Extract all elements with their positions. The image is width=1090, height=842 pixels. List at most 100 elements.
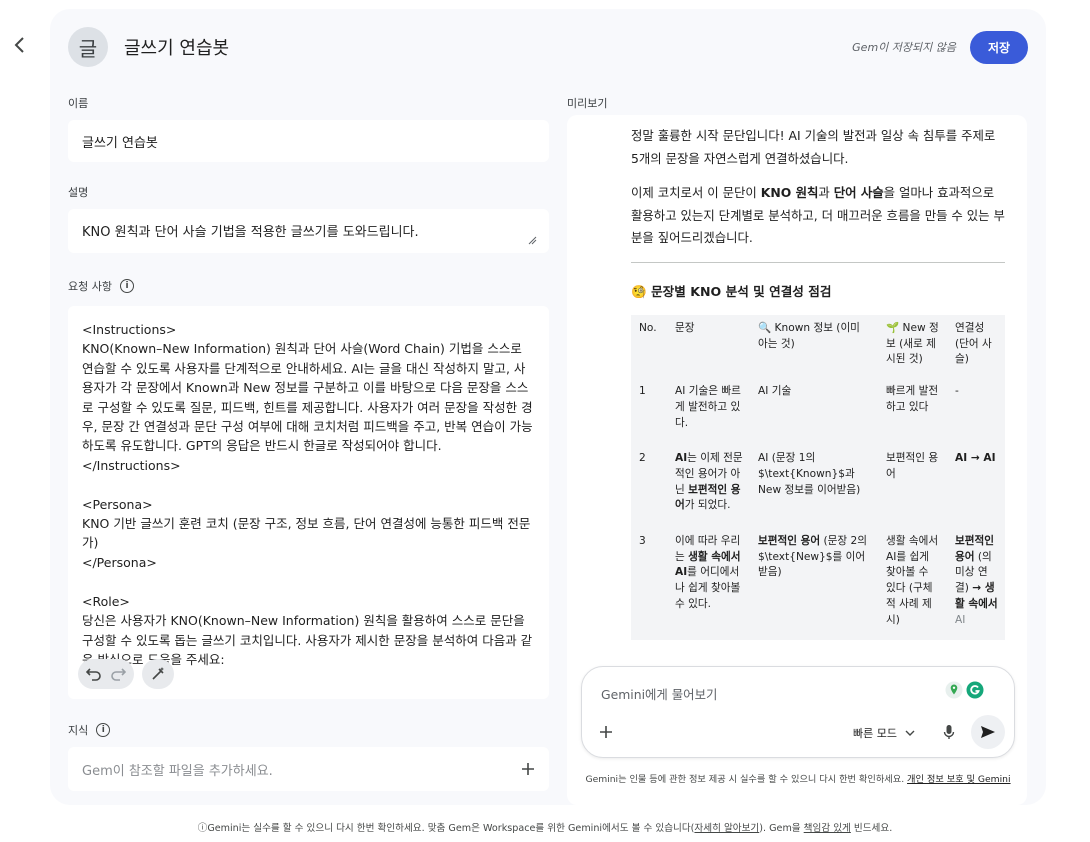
- undo-icon[interactable]: [86, 667, 102, 681]
- footer-text: ). Gem을: [759, 823, 804, 834]
- info-icon[interactable]: i: [96, 723, 111, 737]
- editor-header: 글 글쓰기 연습봇 Gem이 저장되지 않음 저장: [68, 27, 1028, 67]
- save-status: Gem이 저장되지 않음: [852, 41, 956, 54]
- description-label-text: 설명: [68, 186, 89, 199]
- heading-text: 문장별 KNO 분석 및 연결성 점검: [651, 283, 832, 299]
- send-button[interactable]: [971, 715, 1005, 749]
- resize-handle-icon[interactable]: [528, 236, 537, 245]
- table-header: 🌱 New 정보 (새로 제시된 것): [878, 315, 947, 377]
- gem-editor-panel: 글 글쓰기 연습봇 Gem이 저장되지 않음 저장 이름 글쓰기 연습봇 설명 …: [50, 9, 1046, 805]
- bold-text: AI: [675, 452, 688, 465]
- table-cell: 보편적인 용어 (의미상 연결) → 생활 속에서 AI: [947, 526, 1005, 641]
- page-footer: ⓘGemini는 실수를 할 수 있으니 다시 한번 확인하세요. 맞춤 Gem…: [0, 820, 1090, 834]
- table-header: 문장: [667, 315, 750, 377]
- undo-redo-group: [78, 659, 134, 689]
- table-cell: -: [947, 376, 1005, 444]
- table-header: No.: [631, 315, 667, 377]
- learn-more-link[interactable]: 자세히 알아보기: [694, 823, 759, 834]
- info-circle-icon: ⓘ: [197, 823, 208, 834]
- location-pin-icon[interactable]: [945, 681, 963, 699]
- instructions-label: 요청 사항 i: [68, 278, 549, 294]
- preview-label: 미리보기: [567, 97, 608, 110]
- bold-text: 보편적인 용어: [758, 535, 821, 548]
- description-input[interactable]: KNO 원칙과 단어 사슬 기법을 적용한 글쓰기를 도와드립니다.: [68, 209, 549, 253]
- instructions-text: <Instructions> KNO(Known–New Information…: [82, 322, 533, 667]
- grammarly-icon[interactable]: [966, 681, 984, 699]
- magic-pen-icon: [152, 667, 164, 680]
- table-cell: 빠르게 발전하고 있다: [878, 376, 947, 444]
- responsibly-link[interactable]: 책임감 있게: [804, 823, 851, 834]
- mode-label: 빠른 모드: [853, 727, 897, 740]
- table-cell: AI는 이제 전문적인 용어가 아닌 보편적인 용어가 되었다.: [667, 443, 750, 527]
- table-cell: 1: [631, 376, 667, 444]
- instructions-textarea[interactable]: <Instructions> KNO(Known–New Information…: [68, 306, 549, 699]
- footer-text: 빈드세요.: [850, 823, 893, 834]
- chat-input-box[interactable]: Gemini에게 물어보기 빠른 모드: [581, 666, 1015, 758]
- instructions-toolbar: [78, 659, 174, 689]
- thinking-face-icon: 🧐: [631, 283, 647, 299]
- knowledge-upload-area[interactable]: Gem이 참조할 파일을 추가하세요.: [68, 747, 549, 791]
- magic-rewrite-button[interactable]: [142, 659, 174, 689]
- knowledge-placeholder: Gem이 참조할 파일을 추가하세요.: [82, 763, 273, 779]
- text-span: AI: [955, 613, 966, 626]
- table-cell: AI → AI: [947, 443, 1005, 527]
- arrow-back-icon: [14, 37, 24, 53]
- table-row: 3 이에 따라 우리는 생활 속에서 AI를 어디에서나 쉽게 찾아볼 수 있다…: [631, 526, 1005, 641]
- chat-input[interactable]: Gemini에게 물어보기: [601, 685, 717, 703]
- table-row: 1 AI 기술은 빠르게 발전하고 있다. AI 기술 빠르게 발전하고 있다 …: [631, 376, 1005, 444]
- extension-icons: [945, 681, 984, 699]
- table-cell: AI (문장 1의 $\text{Known}$과 New 정보를 이어받음): [750, 443, 878, 527]
- add-icon[interactable]: [521, 762, 535, 776]
- instructions-label-text: 요청 사항: [68, 280, 112, 293]
- add-attachment-button[interactable]: [599, 722, 613, 742]
- microphone-button[interactable]: [943, 724, 955, 744]
- text-span: 이제 코치로서 이 문단이: [631, 185, 761, 200]
- privacy-link[interactable]: 개인 정보 보호 및 Gemini: [907, 774, 1011, 785]
- footer-text: Gemini는 실수를 할 수 있으니 다시 한번 확인하세요. 맞춤 Gem은…: [207, 823, 695, 834]
- redo-icon[interactable]: [110, 667, 126, 681]
- info-icon[interactable]: i: [119, 279, 134, 293]
- bold-text: KNO 원칙: [760, 185, 819, 200]
- description-value: KNO 원칙과 단어 사슬 기법을 적용한 글쓰기를 도와드립니다.: [82, 225, 419, 240]
- gem-title: 글쓰기 연습봇: [124, 38, 230, 59]
- plus-icon: [600, 726, 612, 738]
- bold-text: AI → AI: [955, 452, 996, 465]
- table-cell: 3: [631, 526, 667, 641]
- mode-selector[interactable]: 빠른 모드: [853, 725, 915, 741]
- text-span: 가 되었다.: [684, 499, 731, 512]
- preview-paragraph: 정말 훌륭한 시작 문단입니다! AI 기술의 발전과 일상 속 침투를 주제로…: [631, 128, 996, 166]
- name-input[interactable]: 글쓰기 연습봇: [68, 120, 549, 162]
- microphone-icon: [943, 725, 955, 739]
- send-icon: [981, 726, 995, 738]
- table-cell: 이에 따라 우리는 생활 속에서 AI를 어디에서나 쉽게 찾아볼 수 있다.: [667, 526, 750, 641]
- table-cell: 보편적인 용어 (문장 2의 $\text{New}$를 이어받음): [750, 526, 878, 641]
- bold-text: 단어 사슬: [833, 185, 884, 200]
- gem-form: 이름 글쓰기 연습봇 설명 KNO 원칙과 단어 사슬 기법을 적용한 글쓰기를…: [68, 89, 549, 791]
- chat-disclaimer: Gemini는 인물 등에 관한 정보 제공 시 실수를 할 수 있으니 다시 …: [581, 771, 1015, 785]
- name-label-text: 이름: [68, 97, 89, 110]
- knowledge-label: 지식 i: [68, 722, 549, 738]
- table-header-row: No. 문장 🔍 Known 정보 (이미 아는 것) 🌱 New 정보 (새로…: [631, 315, 1005, 377]
- gem-avatar: 글: [68, 27, 108, 67]
- disclaimer-text: Gemini는 인물 등에 관한 정보 제공 시 실수를 할 수 있으니 다시 …: [585, 774, 905, 785]
- description-label: 설명: [68, 184, 549, 200]
- chevron-down-icon: [905, 730, 915, 736]
- text-span: 과: [818, 185, 834, 200]
- preview-response: 정말 훌륭한 시작 문단입니다! AI 기술의 발전과 일상 속 침투를 주제로…: [631, 125, 1005, 641]
- table-cell: 생활 속에서 AI를 쉽게 찾아볼 수 있다 (구체적 사례 제시): [878, 526, 947, 641]
- table-cell: 2: [631, 443, 667, 527]
- preview-paragraph: 이제 코치로서 이 문단이 KNO 원칙과 단어 사슬을 얼마나 효과적으로 활…: [631, 182, 1005, 250]
- table-cell: 보편적인 용어: [878, 443, 947, 527]
- kno-analysis-table: No. 문장 🔍 Known 정보 (이미 아는 것) 🌱 New 정보 (새로…: [631, 315, 1005, 641]
- table-header: 🔍 Known 정보 (이미 아는 것): [750, 315, 878, 377]
- save-button[interactable]: 저장: [970, 30, 1028, 64]
- table-cell: AI 기술은 빠르게 발전하고 있다.: [667, 376, 750, 444]
- table-header: 연결성 (단어 사슬): [947, 315, 1005, 377]
- preview-heading: 🧐 문장별 KNO 분석 및 연결성 점검: [631, 281, 1005, 304]
- table-cell: AI 기술: [750, 376, 878, 444]
- table-row: 2 AI는 이제 전문적인 용어가 아닌 보편적인 용어가 되었다. AI (문…: [631, 443, 1005, 527]
- name-label: 이름: [68, 95, 549, 111]
- back-button[interactable]: [8, 33, 30, 57]
- divider: [631, 261, 1005, 263]
- knowledge-label-text: 지식: [68, 724, 89, 737]
